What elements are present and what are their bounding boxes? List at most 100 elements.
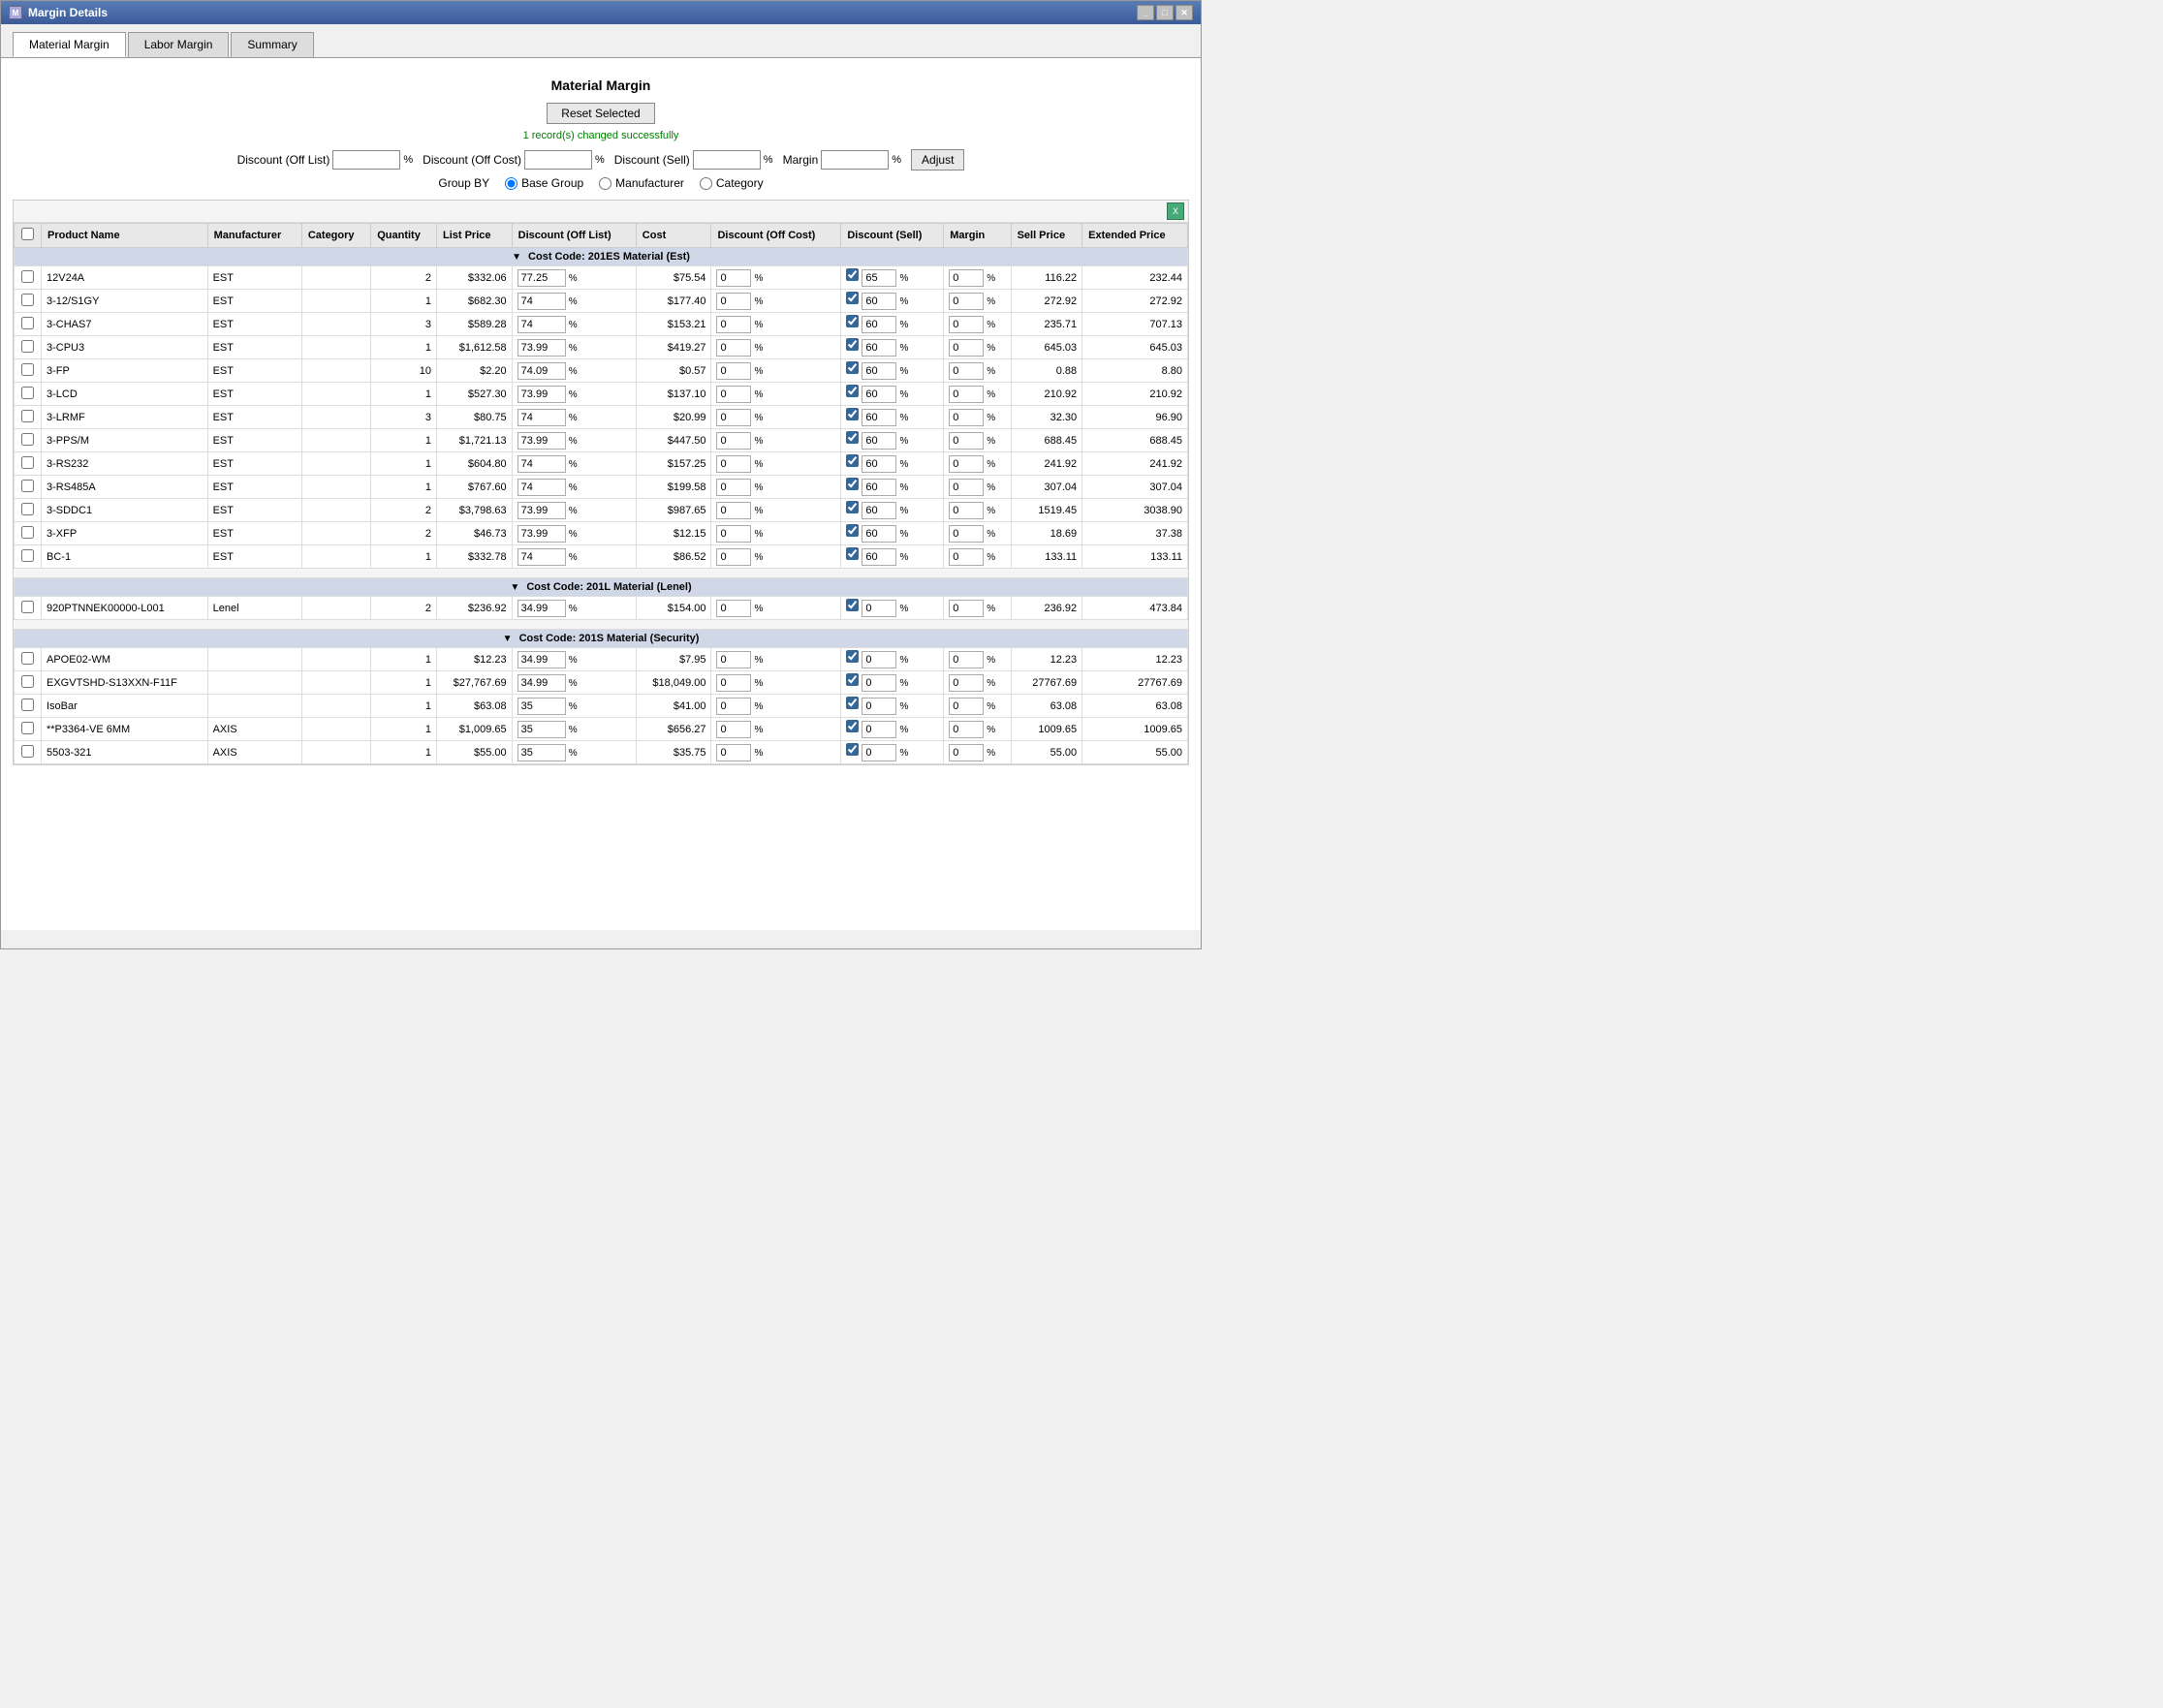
row-checkbox[interactable]	[21, 526, 34, 539]
row-checkbox[interactable]	[21, 722, 34, 734]
disc-off-list-input[interactable]	[517, 432, 566, 450]
disc-sell-checkbox[interactable]	[846, 315, 859, 327]
disc-off-cost-input[interactable]	[716, 525, 751, 543]
disc-off-list-input[interactable]	[517, 600, 566, 617]
disc-sell-checkbox[interactable]	[846, 292, 859, 304]
group-by-category[interactable]: Category	[700, 176, 764, 190]
row-checkbox[interactable]	[21, 294, 34, 306]
disc-sell-input[interactable]	[862, 651, 896, 668]
disc-sell-input[interactable]	[862, 721, 896, 738]
margin-input[interactable]	[949, 432, 984, 450]
radio-manufacturer[interactable]	[599, 177, 611, 190]
disc-off-cost-input[interactable]	[716, 698, 751, 715]
disc-sell-input[interactable]	[862, 455, 896, 473]
disc-off-list-input[interactable]	[517, 651, 566, 668]
row-checkbox[interactable]	[21, 601, 34, 613]
row-checkbox[interactable]	[21, 503, 34, 515]
disc-off-cost-input[interactable]	[716, 674, 751, 692]
margin-input[interactable]	[949, 479, 984, 496]
disc-off-cost-input[interactable]	[716, 651, 751, 668]
disc-sell-checkbox[interactable]	[846, 361, 859, 374]
margin-input[interactable]	[949, 651, 984, 668]
row-checkbox[interactable]	[21, 480, 34, 492]
disc-off-list-input[interactable]	[517, 744, 566, 761]
disc-sell-input[interactable]	[862, 698, 896, 715]
radio-category[interactable]	[700, 177, 712, 190]
disc-off-cost-input[interactable]	[716, 362, 751, 380]
disc-off-cost-input[interactable]	[716, 721, 751, 738]
disc-off-list-input[interactable]	[517, 455, 566, 473]
disc-off-cost-input[interactable]	[716, 744, 751, 761]
disc-sell-checkbox[interactable]	[846, 697, 859, 709]
disc-sell-checkbox[interactable]	[846, 673, 859, 686]
disc-sell-checkbox[interactable]	[846, 501, 859, 513]
margin-input[interactable]	[949, 698, 984, 715]
reset-selected-button[interactable]: Reset Selected	[547, 103, 654, 124]
row-checkbox[interactable]	[21, 456, 34, 469]
disc-off-cost-input[interactable]	[716, 269, 751, 287]
margin-input[interactable]	[949, 600, 984, 617]
group-collapse-arrow[interactable]: ▼	[503, 634, 513, 644]
disc-sell-checkbox[interactable]	[846, 431, 859, 444]
disc-off-cost-input[interactable]	[716, 339, 751, 357]
disc-off-cost-input[interactable]	[716, 600, 751, 617]
row-checkbox[interactable]	[21, 549, 34, 562]
disc-off-cost-input[interactable]	[716, 386, 751, 403]
row-checkbox[interactable]	[21, 433, 34, 446]
disc-sell-checkbox[interactable]	[846, 650, 859, 663]
row-checkbox[interactable]	[21, 270, 34, 283]
discount-off-list-input[interactable]	[332, 150, 400, 170]
group-collapse-arrow[interactable]: ▼	[510, 582, 519, 593]
disc-sell-input[interactable]	[862, 600, 896, 617]
disc-off-cost-input[interactable]	[716, 432, 751, 450]
disc-sell-checkbox[interactable]	[846, 454, 859, 467]
disc-off-list-input[interactable]	[517, 525, 566, 543]
close-button[interactable]: ✕	[1176, 5, 1193, 20]
disc-off-cost-input[interactable]	[716, 548, 751, 566]
margin-input[interactable]	[949, 362, 984, 380]
disc-sell-input[interactable]	[862, 362, 896, 380]
disc-sell-checkbox[interactable]	[846, 524, 859, 537]
row-checkbox[interactable]	[21, 699, 34, 711]
disc-off-list-input[interactable]	[517, 502, 566, 519]
minimize-button[interactable]: _	[1137, 5, 1154, 20]
margin-input[interactable]	[949, 674, 984, 692]
tab-summary[interactable]: Summary	[231, 32, 313, 57]
disc-sell-input[interactable]	[862, 744, 896, 761]
disc-sell-checkbox[interactable]	[846, 408, 859, 420]
disc-sell-input[interactable]	[862, 502, 896, 519]
margin-input[interactable]	[949, 455, 984, 473]
row-checkbox[interactable]	[21, 317, 34, 329]
disc-off-list-input[interactable]	[517, 409, 566, 426]
margin-input[interactable]	[949, 316, 984, 333]
row-checkbox[interactable]	[21, 652, 34, 665]
disc-sell-checkbox[interactable]	[846, 385, 859, 397]
disc-off-list-input[interactable]	[517, 674, 566, 692]
margin-input[interactable]	[949, 744, 984, 761]
disc-off-list-input[interactable]	[517, 339, 566, 357]
disc-sell-checkbox[interactable]	[846, 547, 859, 560]
row-checkbox[interactable]	[21, 363, 34, 376]
disc-sell-input[interactable]	[862, 293, 896, 310]
disc-sell-input[interactable]	[862, 548, 896, 566]
row-checkbox[interactable]	[21, 745, 34, 758]
margin-input[interactable]	[949, 409, 984, 426]
disc-sell-checkbox[interactable]	[846, 599, 859, 611]
margin-input[interactable]	[949, 269, 984, 287]
row-checkbox[interactable]	[21, 340, 34, 353]
disc-off-cost-input[interactable]	[716, 479, 751, 496]
disc-off-list-input[interactable]	[517, 269, 566, 287]
disc-off-cost-input[interactable]	[716, 316, 751, 333]
disc-sell-checkbox[interactable]	[846, 720, 859, 732]
margin-input[interactable]	[949, 386, 984, 403]
discount-sell-input[interactable]	[693, 150, 761, 170]
margin-input[interactable]	[949, 502, 984, 519]
disc-off-list-input[interactable]	[517, 316, 566, 333]
select-all-checkbox[interactable]	[21, 228, 34, 240]
disc-sell-input[interactable]	[862, 409, 896, 426]
disc-off-list-input[interactable]	[517, 721, 566, 738]
disc-off-list-input[interactable]	[517, 362, 566, 380]
margin-input[interactable]	[949, 293, 984, 310]
tab-labor-margin[interactable]: Labor Margin	[128, 32, 230, 57]
adjust-button[interactable]: Adjust	[911, 149, 964, 171]
